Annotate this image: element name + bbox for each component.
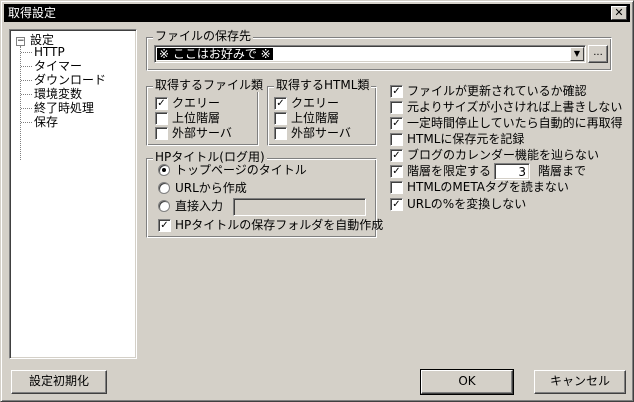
settings-dialog: 取得設定 ✕ − 設定 HTTP タイマー ダウンロード 環境変数 終了時処理 …: [0, 0, 634, 402]
check-icon: ✓: [155, 97, 168, 110]
ok-button[interactable]: OK: [420, 369, 514, 395]
browse-button[interactable]: ...: [588, 45, 608, 63]
hp-title-label: HPタイトル(ログ用): [153, 150, 267, 164]
file-types-label: 取得するファイル類: [153, 78, 266, 92]
direct-title-input[interactable]: [233, 198, 366, 216]
tree-connector: [20, 46, 21, 160]
reset-settings-button[interactable]: 設定初期化: [11, 370, 107, 394]
tree-item-exit[interactable]: 終了時処理: [34, 101, 94, 115]
save-destination-combo[interactable]: ※ ここはお好みで ※ ▼: [154, 45, 586, 63]
settings-tree[interactable]: − 設定 HTTP タイマー ダウンロード 環境変数 終了時処理 保存: [9, 29, 137, 359]
cancel-button[interactable]: キャンセル: [534, 370, 626, 394]
check-icon: ✓: [390, 85, 403, 98]
depth-limit-value: 3: [518, 165, 526, 179]
tree-item-save[interactable]: 保存: [34, 115, 58, 129]
window-title: 取得設定: [8, 6, 57, 20]
tree-item-timer[interactable]: タイマー: [34, 59, 82, 73]
depth-limit-input[interactable]: 3: [494, 163, 530, 180]
depth-limit-suffix: 階層まで: [538, 164, 587, 178]
title-bar: 取得設定 ✕: [4, 4, 630, 22]
chevron-down-icon[interactable]: ▼: [570, 47, 584, 61]
check-icon: ✓: [390, 117, 403, 130]
tree-item-http[interactable]: HTTP: [34, 45, 65, 59]
save-destination-label: ファイルの保存先: [153, 29, 254, 43]
tree-item-env[interactable]: 環境変数: [34, 87, 82, 101]
collapse-icon[interactable]: −: [16, 37, 25, 46]
check-icon: ✓: [158, 219, 171, 232]
check-icon: ✓: [390, 165, 403, 178]
check-icon: ✓: [390, 149, 403, 162]
tree-item-download[interactable]: ダウンロード: [34, 73, 106, 87]
close-icon[interactable]: ✕: [611, 6, 627, 20]
check-icon: ✓: [274, 97, 287, 110]
check-icon: ✓: [390, 198, 403, 211]
save-destination-value: ※ ここはお好みで ※: [157, 47, 273, 61]
html-types-label: 取得するHTML類: [274, 78, 372, 92]
